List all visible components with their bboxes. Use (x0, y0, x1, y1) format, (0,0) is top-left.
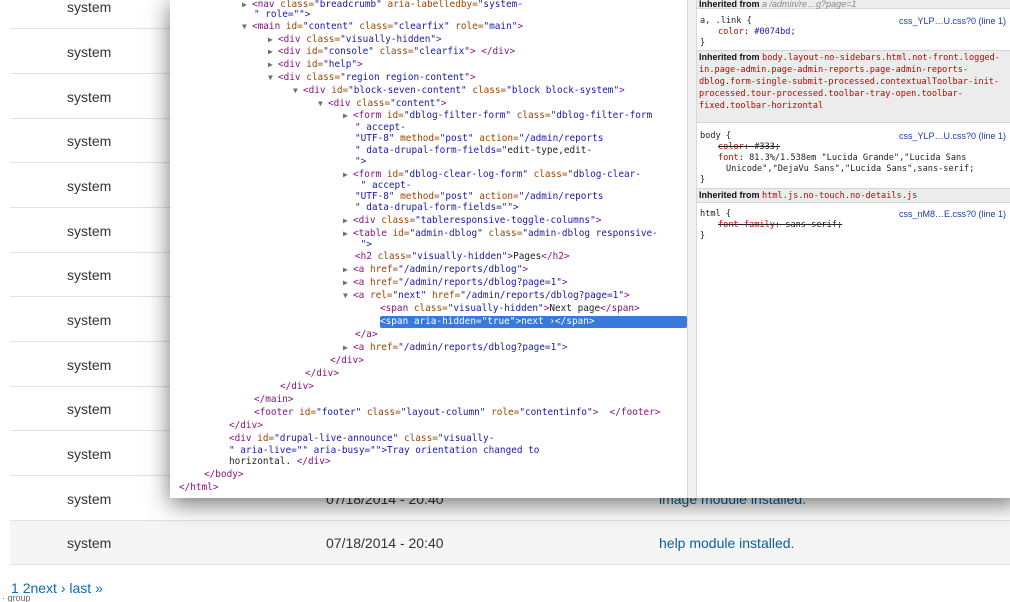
dom-node[interactable]: " data-drupal-form-fields="edit-type,edi… (355, 145, 592, 157)
rule-html-source-link[interactable]: css_nM8…E.css?0 (line 1) (899, 209, 1006, 220)
dom-node[interactable]: </div> (305, 368, 339, 380)
row-type: system (67, 357, 112, 373)
row-type: system (67, 223, 112, 239)
collapsed-triangle-icon[interactable]: ▶ (343, 264, 353, 276)
row-type: system (67, 133, 112, 149)
dom-node[interactable]: </main> (254, 394, 294, 406)
dom-node-selected[interactable]: <span aria-hidden="true">next ›</span> (380, 316, 687, 328)
dom-node[interactable]: ▶ <a href="/admin/reports/dblog"> (343, 264, 528, 276)
dom-node[interactable]: ▶ <a href="/admin/reports/dblog?page=1"> (343, 342, 568, 354)
collapsed-triangle-icon[interactable]: ▶ (268, 46, 278, 58)
row-message-link[interactable]: help module installed. (659, 535, 794, 551)
dom-node[interactable]: <span class="visually-hidden">Next page<… (380, 303, 640, 315)
row-type: system (67, 267, 112, 283)
collapsed-triangle-icon[interactable]: ▶ (268, 34, 278, 46)
rule-body-font-property[interactable]: font: 81.3%/1.538em "Lucida Grande","Luc… (700, 153, 1007, 164)
dom-node[interactable]: " role=""> (254, 9, 310, 21)
dom-node[interactable]: "> (355, 239, 372, 251)
dom-node[interactable]: ▶ <form id="dblog-filter-form" class="dbl… (343, 110, 652, 122)
row-date: 07/18/2014 - 20:40 (326, 535, 444, 551)
dom-node[interactable]: ▼ <div class="content"> (318, 98, 447, 110)
rule-a-color-property[interactable]: color: #0074bd; (700, 27, 1007, 38)
dom-node[interactable]: ▶ <table id="admin-dblog" class="admin-db… (343, 228, 658, 240)
row-type: system (67, 535, 112, 551)
collapsed-triangle-icon[interactable]: ▶ (343, 277, 353, 289)
rule-a-link: a, .link { css_YLP…U.css?0 (line 1) colo… (700, 16, 1007, 48)
dom-node[interactable]: </html> (179, 482, 219, 494)
dom-node[interactable]: </div> (280, 381, 314, 393)
devtools-panel: ▶ <nav class="breadcrumb" aria-labelledby… (170, 0, 1010, 498)
dom-node[interactable]: </div> (330, 355, 364, 367)
table-row: system 07/18/2014 - 20:40 help module inst… (10, 521, 1010, 565)
collapsed-triangle-icon[interactable]: ▶ (268, 59, 278, 71)
rule-html: html { css_nM8…E.css?0 (line 1) font-fam… (700, 209, 1007, 241)
dom-node[interactable]: </a> (355, 329, 378, 341)
expanded-triangle-icon[interactable]: ▼ (268, 72, 278, 84)
row-type: system (67, 491, 112, 507)
dom-node[interactable]: ▶ <div class="visually-hidden"> (268, 34, 442, 46)
collapsed-triangle-icon[interactable]: ▶ (343, 228, 353, 240)
collapsed-triangle-icon[interactable]: ▶ (343, 110, 353, 122)
dom-node[interactable]: ▶ <a href="/admin/reports/dblog?page=1"> (343, 277, 568, 289)
dom-node[interactable]: horizontal. </div> (229, 456, 331, 468)
dom-node[interactable]: ▶ <div id="console" class="clearfix"> </d… (268, 46, 515, 58)
dom-node[interactable]: "UTF-8" method="post" action="/admin/rep… (355, 133, 603, 145)
dom-node[interactable]: <div id="drupal-live-announce" class="vi… (229, 433, 494, 445)
inherited-from-body-header: Inherited from body.layout-no-sidebars.h… (697, 50, 1010, 123)
rule-body-source-link[interactable]: css_YLP…U.css?0 (line 1) (899, 131, 1006, 142)
inherited-html-selector[interactable]: html.js.no-touch.no-details.js (762, 191, 917, 201)
dom-node[interactable]: ▼ <div class="region region-content"> (268, 72, 476, 84)
inherited-from-a-header: Inherited from a /admin/re…g?page=1 (697, 0, 1010, 9)
expanded-triangle-icon[interactable]: ▼ (293, 85, 303, 97)
dblog-page: system system system system system system syst… (0, 0, 1010, 602)
inherited-a-selector[interactable]: a /admin/re…g?page=1 (762, 0, 856, 9)
rule-body: body { css_YLP…U.css?0 (line 1) color: #… (700, 131, 1007, 185)
collapsed-triangle-icon[interactable]: ▶ (242, 0, 252, 11)
row-type: system (67, 312, 112, 328)
rule-body-color-property[interactable]: color: #333; (700, 142, 1007, 153)
panel-splitter[interactable] (687, 0, 697, 498)
rule-html-font-family-property[interactable]: font-family: sans-serif; (700, 220, 1007, 231)
row-type: system (67, 446, 112, 462)
expanded-triangle-icon[interactable]: ▼ (242, 21, 252, 33)
dom-node[interactable]: ▶ <div class="tableresponsive-toggle-colu… (343, 215, 601, 227)
dom-node[interactable]: </div> (229, 420, 263, 432)
trailing-text: · group (2, 594, 31, 602)
dom-node[interactable]: <footer id="footer" class="layout-column… (254, 407, 660, 419)
dom-tree[interactable]: ▶ <nav class="breadcrumb" aria-labelledby… (170, 0, 687, 498)
expanded-triangle-icon[interactable]: ▼ (343, 290, 353, 302)
row-type: system (67, 178, 112, 194)
dom-node[interactable]: </body> (204, 469, 244, 481)
collapsed-triangle-icon[interactable]: ▶ (343, 215, 353, 227)
rule-a-source-link[interactable]: css_YLP…U.css?0 (line 1) (899, 16, 1006, 27)
row-type: system (67, 401, 112, 417)
dom-node[interactable]: ▼ <a rel="next" href="/admin/reports/dblo… (343, 290, 630, 302)
row-type: system (67, 89, 112, 105)
expanded-triangle-icon[interactable]: ▼ (318, 98, 328, 110)
collapsed-triangle-icon[interactable]: ▶ (343, 169, 353, 181)
dom-node[interactable]: "> (355, 156, 366, 168)
row-type: system (67, 0, 112, 15)
dom-node[interactable]: ▼ <div id="block-seven-content" class="bl… (293, 85, 625, 97)
dom-node[interactable]: " data-drupal-form-fields=""> (355, 202, 519, 214)
row-type: system (67, 44, 112, 60)
styles-sidebar: Inherited from a /admin/re…g?page=1 a, .… (697, 0, 1010, 498)
dom-node[interactable]: ▶ <div id="help"> (268, 59, 363, 71)
pager-last-link[interactable]: last » (69, 580, 102, 596)
inherited-from-html-header: Inherited from html.js.no-touch.no-detai… (697, 188, 1010, 203)
dom-node[interactable]: <h2 class="visually-hidden">Pages</h2> (355, 251, 570, 263)
dom-node[interactable]: ▼ <main id="content" class="clearfix" rol… (242, 21, 523, 33)
collapsed-triangle-icon[interactable]: ▶ (343, 342, 353, 354)
